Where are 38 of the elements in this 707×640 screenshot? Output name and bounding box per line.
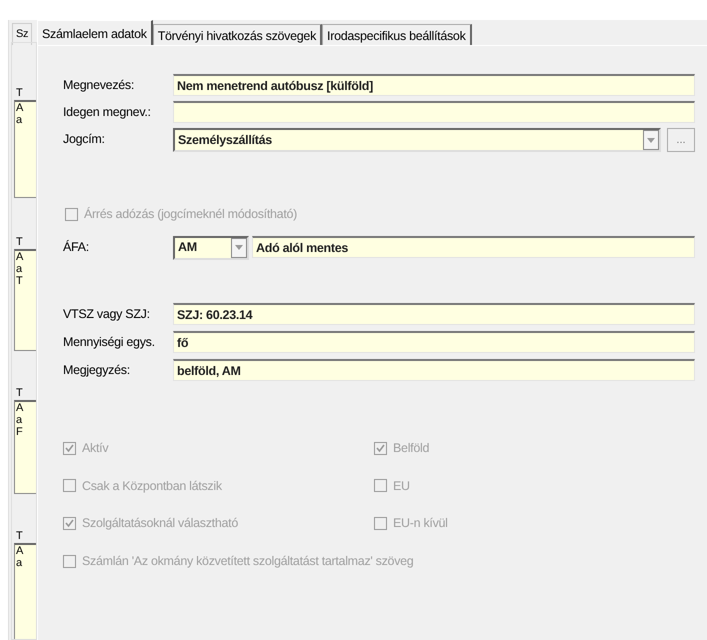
text-area[interactable]: A a [14,100,36,198]
field-label: Megnevezés: [63,77,136,94]
field-label: Jogcím: [63,131,106,148]
dropdown-arrow-icon [235,245,243,250]
group-label: T [16,87,24,100]
browse-button[interactable]: ... [667,128,695,152]
input-field[interactable]: SZJ: 60.23.14 [173,302,695,325]
field-label: Megjegyzés: [63,362,131,379]
dropdown-arrow-icon [647,138,655,142]
dropdown[interactable]: AM [173,236,249,260]
checkbox-label: Csak a Központban látszik [82,478,222,495]
checkbox-label: Belföld [393,440,430,457]
checkbox-label: Árrés adózás (jogcímeknél módosítható) [84,206,298,223]
checkbox-label: Számlán 'Az okmány közvetített szolgáltatást tartalmaz' szöveg [82,553,414,570]
group-label: T [16,387,24,400]
tab[interactable]: Irodaspecifikus beállítások [322,24,472,45]
checkbox-label: Aktív [82,440,108,457]
input-field[interactable]: fő [173,330,695,353]
field-label: ÁFA: [63,238,90,256]
text-area[interactable]: A a T [14,249,36,351]
checkbox-label: EU [393,478,410,494]
tab[interactable]: Sz [12,23,32,44]
input-field[interactable] [173,101,695,123]
input-field[interactable]: Adó alól mentes [252,236,695,258]
text-area[interactable]: A a F [14,400,36,494]
field-label: VTSZ vagy SZJ: [63,306,151,323]
field-label: Mennyiségi egys. [63,334,156,351]
text-area[interactable]: A a [14,543,36,639]
tab[interactable]: Törvényi hivatkozás szövegek [152,24,322,45]
input-field[interactable]: belföld, AM [173,358,695,381]
group-label: T [16,236,24,249]
checkbox-label: EU-n kívül [393,515,448,532]
group-label: T [16,530,24,543]
tab[interactable]: Számlaelem adatok [37,20,153,45]
input-field[interactable]: Nem menetrend autóbusz [külföld] [173,74,695,96]
field-label: Idegen megnev.: [63,104,152,121]
dropdown[interactable]: Személyszállítás [173,128,661,152]
checkbox-label: Szolgáltatásoknál választható [82,515,238,532]
